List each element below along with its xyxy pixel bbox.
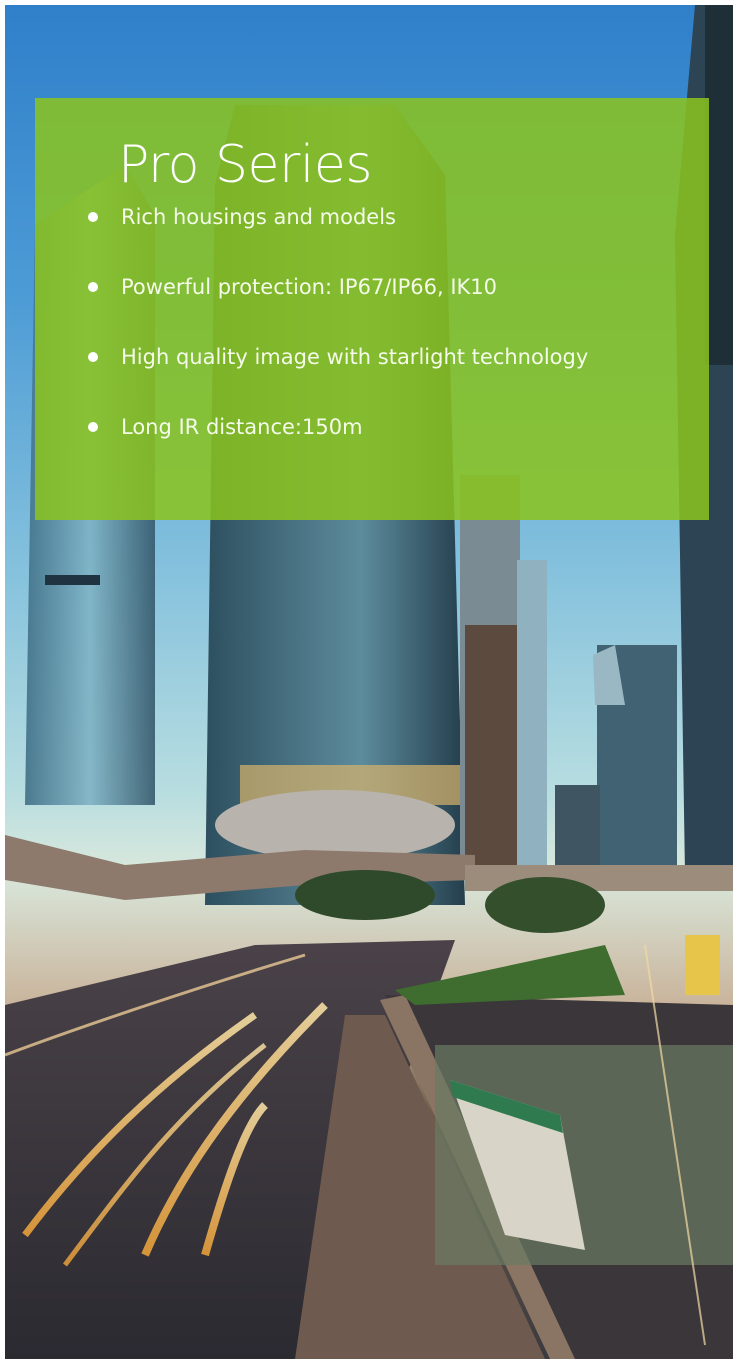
bullet-icon	[88, 422, 98, 432]
feature-item: Rich housings and models	[87, 196, 588, 266]
feature-list: Rich housings and models Powerful protec…	[87, 196, 588, 476]
feature-text: High quality image with starlight techno…	[121, 345, 589, 369]
bullet-icon	[88, 282, 98, 292]
feature-item: Powerful protection: IP67/IP66, IK10	[87, 266, 588, 336]
panel-title: Pro Series	[118, 135, 372, 195]
bullet-icon	[88, 352, 98, 362]
feature-text: Long IR distance:150m	[121, 415, 363, 439]
bullet-icon	[88, 212, 98, 222]
feature-text: Powerful protection: IP67/IP66, IK10	[121, 275, 498, 299]
hero-background: Pro Series Rich housings and models Powe…	[5, 5, 733, 1359]
feature-item: High quality image with starlight techno…	[87, 336, 588, 406]
feature-item: Long IR distance:150m	[87, 406, 588, 476]
feature-panel: Pro Series Rich housings and models Powe…	[35, 98, 709, 520]
feature-text: Rich housings and models	[121, 205, 396, 229]
